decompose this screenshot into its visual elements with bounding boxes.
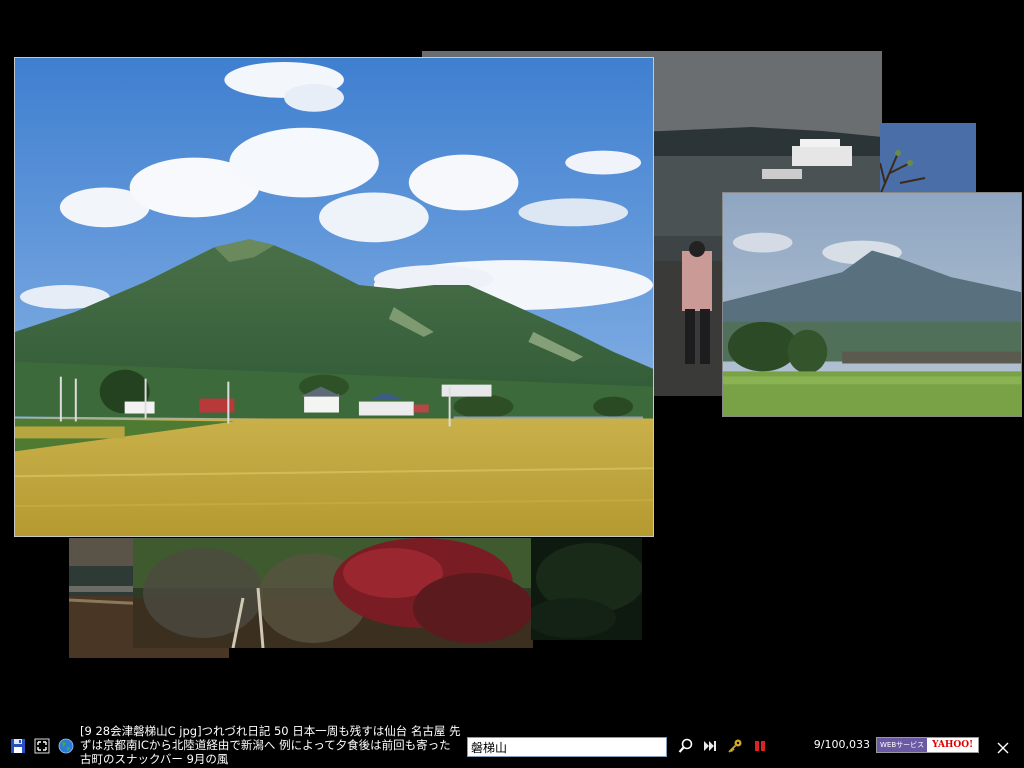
yahoo-web-services-badge[interactable]: WEBサービス YAHOO! bbox=[876, 737, 979, 753]
photo-dark-green-edge bbox=[531, 538, 642, 640]
badge-right-label: YAHOO! bbox=[927, 738, 978, 752]
image-counter: 9/100,033 bbox=[813, 738, 870, 751]
slideshow-stage: [9 28会津磐梯山C jpg]つれづれ日記 50 日本一周も残すは仙台 名古屋… bbox=[0, 0, 1024, 768]
pause-icon[interactable] bbox=[752, 738, 768, 754]
badge-left-label: WEBサービス bbox=[877, 738, 928, 752]
photo-mountain-field-small[interactable] bbox=[722, 192, 1022, 417]
bottom-toolbar: [9 28会津磐梯山C jpg]つれづれ日記 50 日本一周も残すは仙台 名古屋… bbox=[0, 722, 1024, 768]
floppy-disk-icon[interactable] bbox=[10, 738, 26, 754]
skip-forward-icon[interactable] bbox=[702, 738, 718, 754]
photo-mount-bandai-main[interactable] bbox=[14, 57, 654, 537]
photo-shrubs-red-leaves[interactable] bbox=[133, 538, 533, 648]
fullscreen-icon[interactable] bbox=[34, 738, 50, 754]
search-input[interactable] bbox=[467, 737, 667, 757]
photo-blue-sky-branch[interactable] bbox=[880, 123, 976, 195]
close-icon[interactable] bbox=[996, 740, 1010, 754]
magnifier-icon[interactable] bbox=[678, 738, 694, 754]
photo-caption: [9 28会津磐梯山C jpg]つれづれ日記 50 日本一周も残すは仙台 名古屋… bbox=[80, 724, 461, 766]
key-icon[interactable] bbox=[727, 738, 743, 754]
globe-icon[interactable] bbox=[58, 738, 74, 754]
